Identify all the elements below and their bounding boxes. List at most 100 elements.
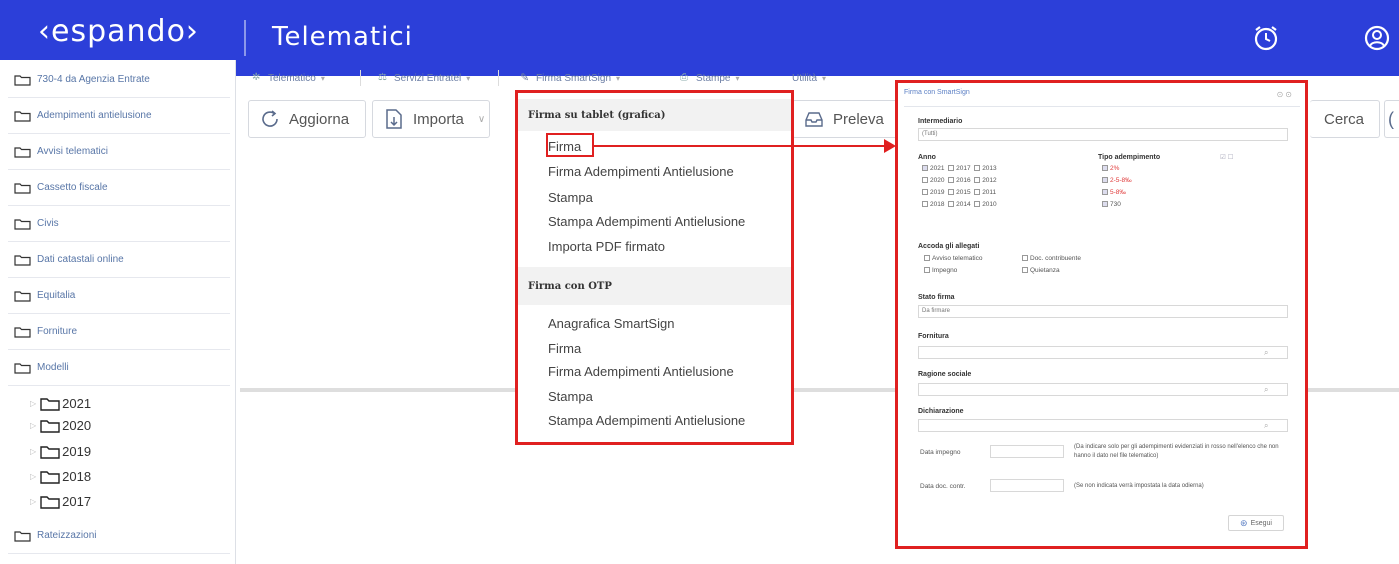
checkbox[interactable] [1102, 201, 1108, 208]
menu-item-stampa-adempimenti[interactable]: Stampa Adempimenti Antielusione [548, 214, 745, 229]
tipo-option[interactable]: 2% [1102, 165, 1119, 172]
search-icon[interactable]: ⌕ [1264, 421, 1268, 431]
checkbox[interactable] [1102, 189, 1108, 196]
tipo-option[interactable]: 730 [1102, 201, 1121, 208]
tipo-option[interactable]: 5-8‰ [1102, 189, 1126, 196]
checkbox[interactable] [1102, 165, 1108, 172]
refresh-icon [262, 110, 278, 127]
checkbox[interactable] [948, 177, 955, 184]
user-icon[interactable] [1363, 24, 1391, 52]
sidebar: 730-4 da Agenzia Entrate Adempimenti ant… [0, 60, 236, 564]
checkbox[interactable] [948, 165, 955, 172]
checkbox[interactable] [924, 267, 930, 274]
menu-item-importa-pdf[interactable]: Importa PDF firmato [548, 239, 665, 254]
expand-icon[interactable]: ▷ [30, 399, 36, 408]
sidebar-year-2019[interactable]: ▷ 2019 [30, 441, 91, 462]
menu-item-otp-firma[interactable]: Firma [548, 341, 581, 356]
sidebar-year-2018[interactable]: ▷ 2018 [30, 466, 91, 487]
checkbox[interactable] [922, 201, 928, 208]
checkbox[interactable] [1102, 177, 1108, 184]
anno-row-2[interactable]: 2020 2016 2012 [922, 177, 997, 184]
checkbox[interactable] [1022, 267, 1028, 274]
folder-icon [14, 254, 31, 266]
sidebar-item-730-4[interactable]: 730-4 da Agenzia Entrate [8, 62, 230, 98]
esegui-button[interactable]: ⊛ Esegui [1228, 515, 1284, 531]
ragione-sociale-field[interactable] [918, 383, 1288, 396]
checkbox[interactable] [922, 165, 928, 172]
espando-logo[interactable]: ‹espando› [38, 14, 199, 49]
stato-firma-select[interactable]: Da firmare [918, 305, 1288, 318]
menu-servizi-entratel[interactable]: ⚖ Servizi Entratel ▾ [378, 68, 470, 88]
inbox-icon [805, 112, 823, 127]
menu-item-stampa[interactable]: Stampa [548, 190, 593, 205]
folder-icon [14, 74, 31, 86]
sidebar-item-modelli[interactable]: Modelli [8, 350, 230, 386]
dichiarazione-field[interactable] [918, 419, 1288, 432]
sidebar-year-2017[interactable]: ▷ 2017 [30, 491, 91, 512]
menu-telematico[interactable]: ✲ Telematico ▾ [252, 68, 325, 88]
importa-button[interactable]: Importa ∨ [372, 100, 490, 138]
sidebar-item-civis[interactable]: Civis [8, 206, 230, 242]
checkbox[interactable] [948, 201, 955, 208]
allegato-option[interactable]: Quietanza [1022, 267, 1060, 274]
anno-row-3[interactable]: 2019 2015 2011 [922, 189, 996, 196]
checkbox[interactable] [922, 189, 928, 196]
checkbox[interactable] [974, 201, 981, 208]
anno-row-1[interactable]: 2021 2017 2013 [922, 165, 997, 172]
data-impegno-field[interactable] [990, 445, 1064, 458]
menu-item-anagrafica[interactable]: Anagrafica SmartSign [548, 316, 674, 331]
sidebar-item-cassetto[interactable]: Cassetto fiscale [8, 170, 230, 206]
menu-item-firma-adempimenti[interactable]: Firma Adempimenti Antielusione [548, 164, 734, 179]
expand-icon[interactable]: ▷ [30, 421, 36, 430]
alarm-clock-icon[interactable] [1252, 24, 1280, 52]
menu-item-otp-stampa-adempimenti[interactable]: Stampa Adempimenti Antielusione [548, 413, 745, 428]
menu-item-otp-firma-adempimenti[interactable]: Firma Adempimenti Antielusione [548, 364, 734, 379]
search-icon[interactable]: ⌕ [1264, 385, 1268, 395]
cerca-button[interactable]: Cerca [1310, 100, 1380, 138]
aggiorna-button[interactable]: Aggiorna [248, 100, 366, 138]
sidebar-item-label: Rateizzazioni [37, 530, 97, 541]
data-doc-field[interactable] [990, 479, 1064, 492]
intermediario-select[interactable]: (Tutti) [918, 128, 1288, 141]
checkbox[interactable] [974, 189, 981, 196]
checkbox[interactable] [974, 177, 981, 184]
search-icon[interactable]: ⌕ [1264, 348, 1268, 358]
anno-row-4[interactable]: 2018 2014 2010 [922, 201, 997, 208]
folder-icon [40, 495, 60, 509]
tipo-option[interactable]: 2-5-8‰ [1102, 177, 1132, 184]
checkbox[interactable] [948, 189, 955, 196]
sidebar-item-forniture[interactable]: Forniture [8, 314, 230, 350]
sidebar-year-2020[interactable]: ▷ 2020 [30, 415, 91, 436]
sidebar-item-equitalia[interactable]: Equitalia [8, 278, 230, 314]
sidebar-year-2021[interactable]: ▷ 2021 [30, 393, 91, 414]
menu-utilita[interactable]: Utilità ▾ [792, 68, 826, 88]
menu-stampe[interactable]: ⎙ Stampe ▾ [680, 68, 739, 88]
sidebar-item-adempimenti[interactable]: Adempimenti antielusione [8, 98, 230, 134]
button-label: Esegui [1250, 519, 1272, 527]
menu-firma-smartsign[interactable]: ✎ Firma SmartSign ▾ [520, 68, 620, 88]
allegato-option[interactable]: Impegno [924, 267, 957, 274]
allegato-option[interactable]: Doc. contribuente [1022, 255, 1081, 262]
checkbox[interactable] [974, 165, 981, 172]
menu-item-otp-stampa[interactable]: Stampa [548, 389, 593, 404]
folder-icon [14, 326, 31, 338]
sidebar-item-dati-catastali[interactable]: Dati catastali online [8, 242, 230, 278]
fornitura-field[interactable] [918, 346, 1288, 359]
sidebar-item-avvisi[interactable]: Avvisi telematici [8, 134, 230, 170]
checkbox[interactable] [924, 255, 930, 262]
section-header-otp: Firma con OTP [518, 267, 791, 305]
expand-icon[interactable]: ▷ [30, 447, 36, 456]
menu-separator [498, 70, 499, 86]
more-button[interactable]: ( [1384, 100, 1399, 138]
sidebar-item-label: Civis [37, 218, 59, 229]
year-label: 2020 [62, 418, 92, 433]
dialog-controls[interactable]: ⊙⊙ [1277, 90, 1294, 99]
expand-icon[interactable]: ▷ [30, 497, 36, 506]
sidebar-item-rateizzazioni[interactable]: Rateizzazioni [8, 518, 230, 554]
expand-icon[interactable]: ▷ [30, 472, 36, 481]
checkbox[interactable] [922, 177, 928, 184]
select-all-icons[interactable]: ☑ ☐ [1220, 153, 1233, 161]
preleva-button[interactable]: Preleva [792, 100, 902, 138]
checkbox[interactable] [1022, 255, 1028, 262]
allegato-option[interactable]: Avviso telematico [924, 255, 982, 262]
